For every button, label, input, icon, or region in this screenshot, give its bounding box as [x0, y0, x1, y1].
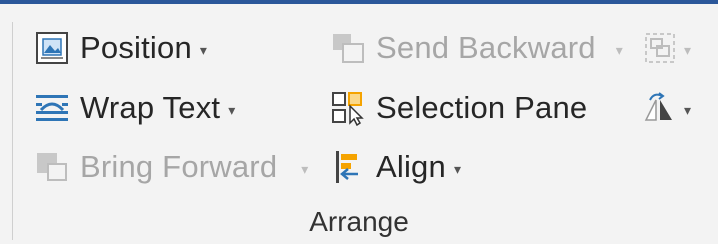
wrap-text-icon — [34, 90, 70, 126]
position-icon — [34, 30, 70, 66]
send-backward-label: Send Backward — [376, 30, 596, 65]
group-objects-button[interactable]: ▾ — [642, 24, 691, 72]
chevron-down-icon: ▾ — [301, 160, 309, 177]
chevron-down-icon: ▾ — [199, 41, 208, 58]
chevron-down-icon: ▾ — [684, 101, 692, 118]
ribbon-top-border — [0, 0, 718, 4]
chevron-down-icon: ▾ — [615, 41, 623, 58]
selection-pane-label: Selection Pane — [376, 90, 588, 125]
send-backward-button[interactable]: Send Backward ▾ — [330, 24, 623, 72]
position-label: Position — [80, 30, 192, 65]
send-backward-icon — [330, 30, 366, 66]
bring-forward-button[interactable]: Bring Forward ▾ — [34, 143, 309, 191]
chevron-down-icon: ▾ — [228, 101, 236, 118]
chevron-down-icon: ▾ — [453, 160, 462, 177]
align-button[interactable]: Align ▾ — [330, 143, 461, 191]
wrap-text-button[interactable]: Wrap Text ▾ — [34, 84, 235, 132]
align-label: Align — [376, 149, 446, 184]
selection-pane-button[interactable]: Selection Pane — [330, 84, 587, 132]
chevron-down-icon: ▾ — [684, 41, 692, 58]
align-icon — [330, 149, 366, 185]
wrap-text-label: Wrap Text — [80, 90, 221, 125]
bring-forward-label: Bring Forward — [80, 149, 278, 184]
group-objects-icon — [642, 30, 678, 66]
selection-pane-icon — [330, 90, 366, 126]
rotate-icon — [642, 90, 678, 126]
group-label: Arrange — [309, 206, 409, 237]
bring-forward-icon — [34, 149, 70, 185]
rotate-button[interactable]: ▾ — [642, 84, 691, 132]
position-button[interactable]: Position ▾ — [34, 24, 207, 72]
